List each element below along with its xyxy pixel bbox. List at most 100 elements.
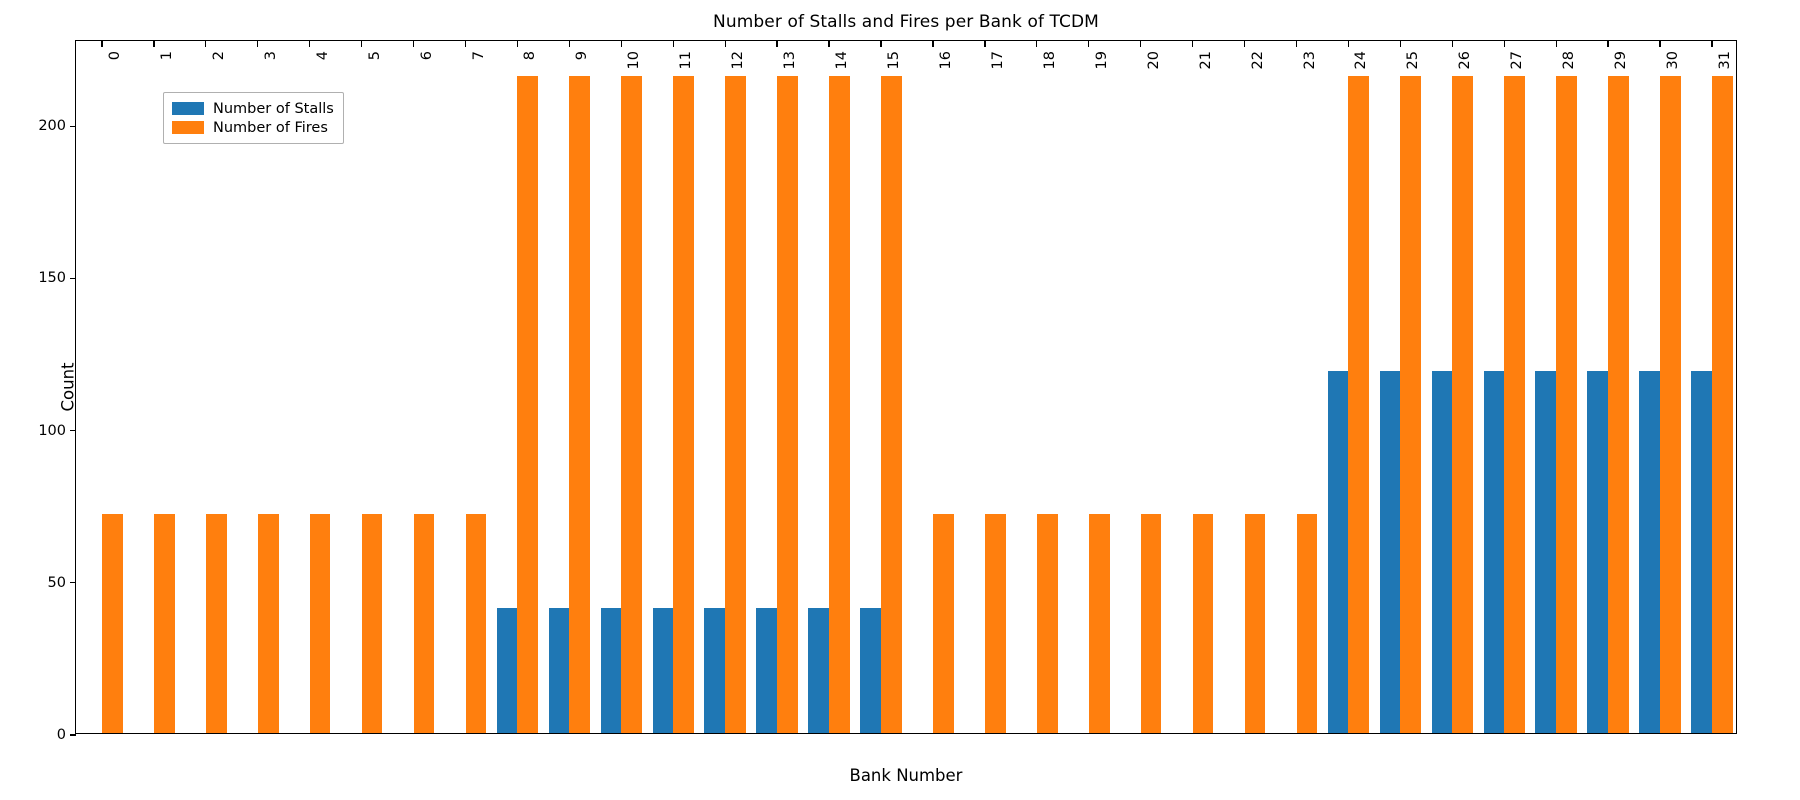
x-tick-mark	[1088, 41, 1090, 47]
bar-fires-12	[725, 75, 746, 733]
y-tick-label: 50	[47, 574, 66, 591]
bar-fires-11	[673, 75, 695, 733]
x-tick-label: 19	[1093, 51, 1110, 70]
bar-fires-29	[1608, 75, 1629, 733]
y-tick-mark	[70, 429, 76, 432]
x-tick-mark	[1451, 41, 1453, 47]
bar-fires-15	[881, 75, 902, 733]
x-tick-label: 24	[1353, 51, 1370, 70]
bar-stalls-28	[1535, 370, 1557, 733]
y-tick-mark	[70, 277, 76, 280]
x-tick-label: 7	[470, 51, 487, 61]
x-tick-mark	[309, 41, 311, 47]
y-tick-label: 200	[38, 118, 66, 135]
x-tick-label: 22	[1249, 51, 1266, 70]
bar-fires-23	[1296, 513, 1318, 733]
y-axis-label: Count	[58, 362, 78, 412]
bar-fires-31	[1712, 75, 1733, 733]
x-tick-label: 28	[1561, 51, 1578, 70]
bar-fires-14	[829, 75, 850, 733]
x-tick-label: 11	[678, 51, 695, 70]
x-tick-mark	[1659, 41, 1661, 47]
bar-fires-27	[1504, 75, 1526, 733]
bar-fires-19	[1088, 513, 1110, 733]
x-tick-label: 18	[1041, 51, 1058, 70]
bar-fires-3	[257, 513, 279, 733]
x-tick-mark	[1711, 41, 1713, 47]
chart-title: Number of Stalls and Fires per Bank of T…	[713, 12, 1099, 32]
bars-container	[76, 41, 1736, 733]
bar-fires-25	[1400, 75, 1422, 733]
x-tick-mark	[101, 41, 103, 47]
bar-stalls-31	[1691, 370, 1713, 733]
x-tick-label: 0	[106, 51, 123, 61]
bar-fires-4	[309, 513, 331, 733]
bar-fires-5	[361, 513, 383, 733]
x-tick-mark	[932, 41, 934, 47]
x-tick-label: 13	[782, 51, 799, 70]
x-tick-mark	[1347, 41, 1350, 47]
bar-stalls-26	[1431, 370, 1453, 733]
x-tick-mark	[464, 41, 467, 47]
x-tick-label: 21	[1197, 51, 1214, 70]
bar-fires-10	[621, 75, 643, 733]
x-tick-label: 29	[1613, 51, 1630, 70]
x-tick-mark	[672, 41, 674, 47]
y-tick-mark	[70, 582, 76, 584]
x-tick-label: 17	[989, 51, 1006, 70]
x-tick-mark	[516, 41, 519, 47]
x-tick-mark	[1036, 41, 1038, 47]
x-tick-label: 2	[210, 51, 227, 61]
x-tick-label: 26	[1457, 51, 1474, 70]
legend-swatch-stalls	[172, 102, 204, 115]
x-tick-mark	[153, 41, 155, 47]
x-tick-label: 5	[366, 51, 383, 61]
x-tick-mark	[1191, 41, 1194, 47]
x-tick-mark	[568, 41, 571, 47]
x-tick-mark	[412, 41, 415, 47]
x-tick-label: 9	[574, 51, 591, 61]
bar-stalls-10	[600, 608, 622, 733]
x-tick-label: 20	[1145, 51, 1162, 70]
x-tick-label: 4	[314, 51, 331, 61]
bar-stalls-30	[1639, 370, 1661, 733]
x-tick-label: 6	[418, 51, 435, 61]
x-axis-label: Bank Number	[849, 766, 963, 785]
bar-fires-2	[205, 513, 227, 733]
x-tick-label: 27	[1509, 51, 1526, 70]
x-tick-label: 16	[937, 51, 954, 70]
bar-fires-13	[777, 75, 798, 733]
bar-stalls-15	[860, 608, 882, 733]
bar-fires-1	[153, 513, 175, 733]
x-tick-mark	[360, 41, 363, 47]
y-tick-mark	[70, 734, 76, 736]
bar-stalls-12	[704, 608, 726, 733]
bar-stalls-8	[496, 608, 518, 733]
x-tick-mark	[1243, 41, 1246, 47]
bar-stalls-29	[1587, 370, 1609, 733]
x-tick-mark	[880, 41, 882, 47]
x-tick-mark	[776, 41, 778, 47]
bar-fires-0	[101, 513, 123, 733]
x-tick-mark	[828, 41, 830, 47]
x-tick-mark	[1607, 41, 1609, 47]
bar-fires-9	[569, 75, 591, 733]
plot-area: 0 50 100 150 200 0 1 2 3 4 5 6 7 8 9 10 11 12 13 14 15 16 17 1…	[38, 40, 1737, 743]
x-tick-mark	[724, 41, 726, 47]
bar-stalls-9	[548, 608, 570, 733]
chart-figure: Number of Stalls and Fires per Bank of T…	[0, 0, 1800, 800]
x-tick-label: 8	[522, 51, 539, 61]
x-tick-label: 10	[626, 51, 643, 70]
x-tick-label: 15	[886, 51, 903, 70]
bar-fires-8	[517, 75, 539, 733]
x-tick-mark	[1140, 41, 1142, 47]
bar-fires-22	[1244, 513, 1266, 733]
bar-fires-16	[932, 513, 954, 733]
bar-stalls-25	[1379, 370, 1401, 733]
bar-fires-21	[1192, 513, 1214, 733]
x-tick-mark	[1295, 41, 1298, 47]
y-tick-label: 150	[38, 270, 66, 287]
bar-fires-30	[1660, 75, 1681, 733]
legend-item-fires: Number of Fires	[172, 118, 334, 137]
x-tick-label: 12	[730, 51, 747, 70]
